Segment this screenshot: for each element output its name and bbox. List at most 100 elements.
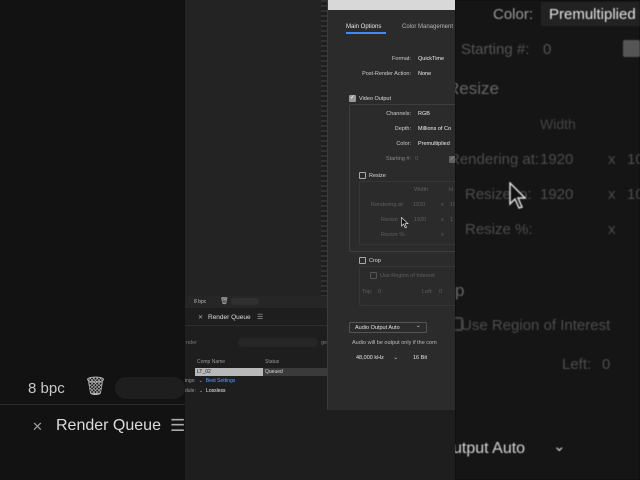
bg-resize-pct-times: x (608, 221, 616, 238)
starting-number-field[interactable]: 0 (415, 156, 418, 162)
bit-depth-dropdown[interactable]: 16 Bit (413, 355, 427, 361)
trash-icon[interactable]: 🗑 (220, 297, 229, 305)
comp-name-header[interactable]: Comp Name (197, 359, 225, 365)
output-module-settings-dialog: Main Options Color Management Format: Qu… (327, 0, 455, 410)
audio-note: Audio will be output only if the com (352, 340, 437, 346)
render-settings-link[interactable]: Best Settings (206, 378, 235, 384)
bg-audio-output-label: utput Auto (455, 440, 526, 457)
background-divider (0, 404, 185, 405)
bg-color-label: Color: (493, 6, 534, 23)
chevron-down-icon: ⌄ (416, 323, 421, 329)
background-close-icon: ✕ (32, 419, 43, 434)
bg-rendering-value2: 10 (627, 151, 640, 168)
use-region-of-interest-checkbox[interactable] (370, 272, 377, 279)
height-header: H (449, 187, 453, 193)
crop-label: Crop (369, 258, 381, 264)
background-bpc-label: 8 bpc (28, 380, 65, 397)
background-right-panel: Color: Premultiplied Starting #: 0 Resiz… (455, 0, 640, 480)
post-render-dropdown[interactable]: None (418, 71, 431, 77)
bg-rendering-value: 1920 (540, 151, 574, 168)
render-progress-bar (238, 338, 318, 347)
tab-color-management[interactable]: Color Management (402, 24, 453, 30)
chevron-down-icon[interactable]: ⌄ (199, 378, 203, 384)
bg-times-2: x (608, 186, 616, 203)
starting-number-label: Starting #: (385, 156, 411, 162)
bg-chevron-down-icon: ⌄ (553, 438, 566, 455)
render-queue-tab[interactable]: Render Queue (208, 314, 251, 321)
table-row[interactable]: LT_02 Queued (195, 368, 327, 376)
bit-depth-value: 16 Bit (413, 355, 428, 361)
format-label: Format: (392, 56, 411, 62)
tab-main-options[interactable]: Main Options (346, 24, 381, 30)
background-menu-icon: ☰ (170, 416, 185, 435)
crop-top-label: Top: (362, 289, 373, 295)
panel-menu-icon[interactable]: ☰ (257, 313, 263, 321)
audio-output-dropdown[interactable]: Audio Output Auto ⌄ (349, 322, 427, 333)
crop-top-value[interactable]: 0 (378, 289, 381, 295)
queue-comp-name[interactable]: LT_02 (195, 368, 263, 376)
use-region-of-interest-label: Use Region of Interest (380, 273, 435, 279)
sample-rate-dropdown[interactable]: 48,000 kHz ⌄ (356, 355, 398, 361)
rendering-at-label: Rendering at: (371, 202, 405, 208)
video-output-label: Video Output (359, 96, 392, 102)
composition-panel (185, 0, 327, 296)
chevron-down-icon[interactable]: ⌄ (199, 388, 203, 394)
resize-percent-label: Resize %: (381, 232, 406, 238)
bg-resize-to-value2: 10 (627, 186, 640, 203)
use-comp-frame-number-checkbox[interactable] (449, 155, 455, 163)
bg-crop-label: p (455, 281, 465, 300)
depth-dropdown[interactable]: Millions of Co (418, 126, 451, 132)
close-tab-icon[interactable]: ✕ (198, 314, 203, 321)
post-render-label: Post-Render Action: (362, 71, 411, 77)
rendering-width: 1920 (413, 202, 426, 208)
dialog-title-bar[interactable] (328, 0, 455, 10)
output-module-value[interactable]: Lossless (206, 388, 225, 394)
rendering-height: 10 (450, 202, 455, 208)
resize-to-label: Resize (381, 217, 398, 223)
bg-width-header: Width (540, 116, 576, 132)
color-dropdown[interactable]: Premultiplied (418, 141, 450, 147)
output-module-label: dule: (185, 388, 196, 394)
channels-label: Channels: (386, 111, 411, 117)
bg-resize-pct-label: Resize %: (465, 221, 533, 238)
chevron-down-icon: ⌄ (393, 355, 398, 361)
audio-output-label: Audio Output Auto (355, 325, 400, 331)
status-header[interactable]: Status (265, 359, 279, 365)
queue-status: Queued (263, 368, 327, 376)
render-label: nder (186, 340, 198, 346)
project-panel-footer: 8 bpc 🗑 (185, 296, 327, 308)
background-render-queue-label: Render Queue (56, 417, 161, 434)
width-header: Width (414, 187, 429, 193)
bg-color-value: Premultiplied (549, 6, 636, 23)
active-tab-indicator (346, 32, 386, 34)
background-left-panel: 8 bpc 🗑 ✕ Render Queue ☰ (0, 0, 185, 480)
bpc-toggle[interactable]: 8 bpc (194, 299, 206, 305)
resize-height-field[interactable]: 1 (450, 217, 453, 223)
crop-left-value[interactable]: 0 (439, 289, 442, 295)
starting-row: Starting #: 0 (328, 156, 455, 164)
format-dropdown[interactable]: QuickTime (418, 56, 444, 62)
bg-rendering-label: Rendering at: (455, 151, 540, 168)
crop-checkbox[interactable] (359, 257, 366, 264)
bg-resize-label: Resize (455, 79, 499, 98)
format-row: Format: QuickTime (328, 56, 455, 64)
render-settings-row: ings: ⌄ Best Settings (185, 378, 235, 384)
bg-resize-to-value: 1920 (540, 186, 574, 203)
sample-rate-value: 48,000 kHz (356, 355, 384, 361)
channels-dropdown[interactable]: RGB (418, 111, 430, 117)
output-module-row: dule: ⌄ Lossless (185, 388, 226, 394)
resize-times: x (441, 217, 444, 223)
bg-times-1: x (608, 151, 616, 168)
depth-label: Depth: (394, 126, 411, 132)
color-row: Color: Premultiplied (328, 141, 455, 149)
depth-row: Depth: Millions of Co (328, 126, 455, 134)
resize-checkbox[interactable] (359, 172, 366, 179)
footer-slider[interactable] (231, 298, 259, 305)
channels-row: Channels: RGB (328, 111, 455, 119)
bg-starting-value: 0 (543, 41, 552, 58)
background-trash-icon: 🗑 (84, 376, 107, 396)
post-render-row: Post-Render Action: None (328, 71, 455, 79)
bg-checkbox (623, 40, 640, 57)
video-output-checkbox[interactable] (349, 94, 356, 102)
resize-width-field[interactable]: 1920 (414, 217, 426, 223)
